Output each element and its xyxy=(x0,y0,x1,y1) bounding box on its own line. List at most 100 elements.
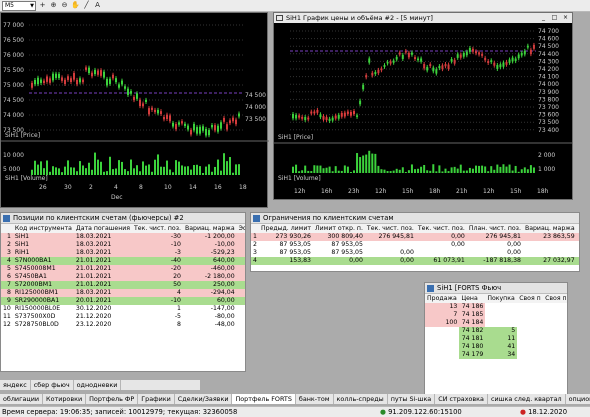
candle-body xyxy=(295,114,298,119)
candle-body xyxy=(429,64,432,67)
volume-bar xyxy=(517,171,520,173)
candle-body xyxy=(346,111,349,114)
table-row[interactable]: 5S7450008M121.01.2021-20-460,001 3639 30… xyxy=(1,265,245,273)
column-header[interactable]: Покупка xyxy=(485,294,518,303)
volume-bar xyxy=(410,164,413,173)
volume-bar xyxy=(139,171,141,175)
minimize-icon[interactable]: _ xyxy=(539,14,548,22)
orderbook-row[interactable]: 100 74 184 xyxy=(425,319,567,327)
candle-body xyxy=(109,78,111,84)
column-header[interactable]: Код инструмента xyxy=(12,224,74,233)
workspace-tab[interactable]: яндекс xyxy=(0,380,31,390)
workspace-tab[interactable]: банк-том xyxy=(296,394,334,404)
orderbook-row[interactable]: 74 179 34 xyxy=(425,351,567,359)
line-tool-icon[interactable]: ╱ xyxy=(82,1,91,10)
table-row[interactable]: 7S72000BM121.01.202150250,001 021-2 630,… xyxy=(1,281,245,289)
workspace-tab[interactable]: СИ страховка xyxy=(435,394,488,404)
zoom-out-icon[interactable]: ⊖ xyxy=(60,1,69,10)
table-row[interactable]: 3RiH118.03.2021-3-529,23139 5904 071,97 xyxy=(1,249,245,257)
candle-body xyxy=(163,116,165,120)
table-row[interactable]: 9SR290000BA120.01.2021-1060,002412 040,0… xyxy=(1,297,245,305)
column-header[interactable]: Тек. чист. поз. xyxy=(132,224,183,233)
table-row[interactable]: 10RI150000BL0E30.12.20201-147,00280-1 12… xyxy=(1,305,245,313)
candle-body xyxy=(340,112,343,117)
orderbook-row[interactable]: 74 180 41 xyxy=(425,343,567,351)
workspace-tab[interactable]: колль-спреды xyxy=(334,394,388,404)
workspace-tab[interactable]: Портфель ФР xyxy=(86,394,139,404)
column-header[interactable]: Вариац. маржа xyxy=(522,224,577,233)
column-header[interactable]: Продажа xyxy=(425,294,460,303)
table-row[interactable]: 8RI125000BM118.03.20214-294,041 080999,6… xyxy=(1,289,245,297)
cell-code: RI150000BL0E xyxy=(14,305,61,312)
volume-bar xyxy=(481,165,484,173)
column-header[interactable]: Цена xyxy=(459,294,486,303)
y-tick-label: 75 000 xyxy=(3,82,24,89)
positions-table: Код инструмента Дата погашения Тек. чист. … xyxy=(1,224,245,329)
column-header[interactable]: Дата погашения xyxy=(73,224,133,233)
table-row[interactable]: 4 153,83 0,00 0,00 61 073,91 -187 818,38 27 03… xyxy=(251,257,579,265)
hand-icon[interactable]: ✋ xyxy=(71,1,80,10)
table-row[interactable]: 11S737500X0D21.12.2020-5-80,002791 415,0… xyxy=(1,313,245,321)
own-sell xyxy=(517,303,543,311)
candle-body xyxy=(356,115,359,117)
right-chart-titlebar[interactable]: SiH1 График цены и объёма #2 - [5 минут]… xyxy=(274,13,572,23)
workspace-tab[interactable]: сбер фьюч xyxy=(31,380,74,390)
workspace-tab[interactable]: Котировки xyxy=(43,394,87,404)
cell-d: 0,00 xyxy=(451,233,465,240)
limits-titlebar[interactable]: Ограничения по клиентским счетам xyxy=(251,213,579,224)
positions-titlebar[interactable]: Позиции по клиентским счетам (фьючерсы) … xyxy=(1,213,245,224)
workspace-tab[interactable]: Портфель FORTS xyxy=(232,394,296,404)
column-header[interactable]: Вариац. маржа xyxy=(182,224,237,233)
workspace-tab[interactable]: однодневки xyxy=(74,380,122,390)
candle-body xyxy=(166,114,168,120)
orderbook-row[interactable]: 13 74 186 xyxy=(425,303,567,311)
maximize-icon[interactable]: □ xyxy=(550,14,559,22)
workspace-tab[interactable]: сишка след. квартал xyxy=(488,394,566,404)
workspace-tab[interactable]: опционы анализ xyxy=(566,394,590,404)
text-tool-icon[interactable]: A xyxy=(93,1,102,10)
cell-date: 21.01.2021 xyxy=(75,281,112,288)
orderbook-row[interactable]: 74 181 11 xyxy=(425,335,567,343)
table-row[interactable]: 2SiH118.03.2021-10-10,0027 3045 394,00 xyxy=(1,241,245,249)
column-header[interactable]: Накоплен. доход xyxy=(576,224,579,233)
close-icon[interactable]: × xyxy=(561,14,570,22)
table-row[interactable]: 12S728750BL0D23.12.20208-48,0026-1 080,0… xyxy=(1,321,245,329)
crosshair-icon[interactable]: + xyxy=(38,1,47,10)
column-header[interactable]: Своя п xyxy=(543,294,567,303)
candle-body xyxy=(118,84,120,88)
workspace-tab[interactable]: облигации xyxy=(0,394,44,404)
table-row[interactable]: 1 273 930,26 300 809,40 276 945,81 0,00 276 9… xyxy=(251,233,579,241)
candle-body xyxy=(61,77,63,81)
orderbook-row[interactable]: 7 74 185 xyxy=(425,311,567,319)
workspace-tab[interactable]: Графики xyxy=(138,394,175,404)
workspace-tab[interactable]: путы Si-шка xyxy=(388,394,436,404)
column-header[interactable]: Тек. чист. поз. xyxy=(415,224,467,233)
column-header[interactable]: Своя п xyxy=(517,294,544,303)
zoom-in-icon[interactable]: ⊕ xyxy=(49,1,58,10)
orderbook-titlebar[interactable]: SiH1 [FORTS Фьюч xyxy=(425,283,567,294)
volume-bar xyxy=(115,168,117,175)
column-header[interactable]: Тек. чист. поз. xyxy=(364,224,416,233)
orderbook-row[interactable]: 74 182 5 xyxy=(425,327,567,335)
row-index: 2 xyxy=(6,241,11,248)
table-row[interactable]: 6S7450BA121.01.202120-2 180,001 07710 56… xyxy=(1,273,245,281)
volume-bar xyxy=(49,171,51,175)
period-select[interactable]: M5 ▼ xyxy=(2,0,36,11)
candle-body xyxy=(124,86,126,89)
table-row[interactable]: 4S7N000BA121.01.2021-40640,00615-280,00 xyxy=(1,257,245,265)
candle-body xyxy=(325,117,328,121)
table-row[interactable]: 287 953,0587 953,050,000,000,000,00 xyxy=(251,241,579,249)
column-header[interactable]: Эффект. цена xyxy=(236,224,245,233)
volume-bar xyxy=(214,166,216,175)
candle-body xyxy=(398,52,401,55)
column-header[interactable]: План. чист. поз. xyxy=(466,224,523,233)
table-row[interactable]: 387 953,0587 953,050,000,000,000,00 xyxy=(251,249,579,257)
table-row[interactable]: 1SiH118.03.2021-30-1 200,0074 2146 215,0… xyxy=(1,233,245,241)
workspace-tab[interactable]: Сделки/Заявки xyxy=(175,394,233,404)
cell-date: 18.03.2021 xyxy=(75,233,112,240)
column-header[interactable]: Лимит откр. п. xyxy=(312,224,365,233)
candle-body xyxy=(334,115,337,119)
status-bar: Время сервера: 19:06:35; записей: 100129… xyxy=(0,406,590,417)
volume-bar xyxy=(292,166,294,173)
column-header[interactable]: Предыд. лимит xyxy=(258,224,313,233)
